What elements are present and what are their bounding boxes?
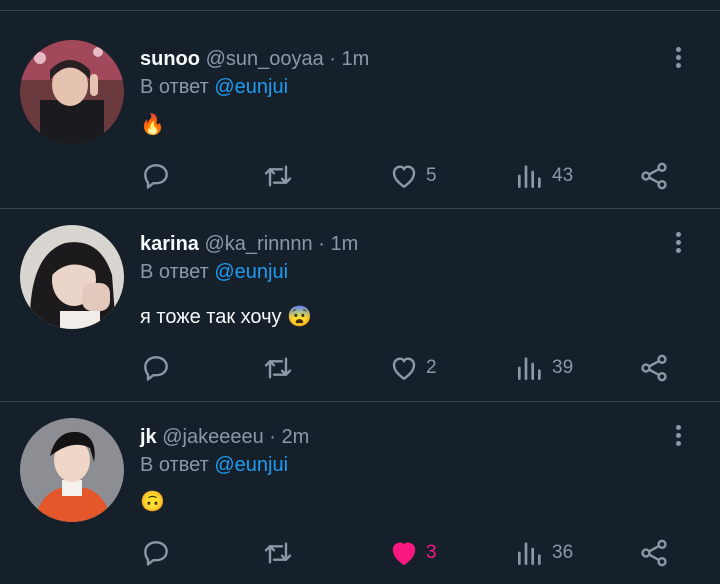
- tweet-text: 🙃: [140, 491, 165, 513]
- action-bar: 2 39: [140, 348, 700, 388]
- reply-context: В ответ @eunjui: [140, 261, 288, 284]
- avatar[interactable]: [20, 418, 124, 522]
- views-button[interactable]: 39: [514, 348, 573, 388]
- heart-filled-icon: [392, 542, 416, 566]
- separator-dot: ·: [329, 48, 336, 70]
- more-vertical-icon[interactable]: [668, 47, 688, 71]
- timestamp[interactable]: 1m: [342, 48, 370, 70]
- more-vertical-icon[interactable]: [668, 425, 688, 449]
- heart-icon: [392, 357, 416, 381]
- reply-prefix: В ответ: [140, 76, 209, 98]
- views-icon: [518, 542, 541, 565]
- tweet-text: я тоже так хочу 😨: [140, 306, 312, 328]
- retweet-button[interactable]: [262, 533, 294, 573]
- reply-mention[interactable]: @eunjui: [214, 261, 288, 283]
- like-count: 3: [426, 542, 437, 563]
- reply-prefix: В ответ: [140, 454, 209, 476]
- action-bar: 3 36: [140, 533, 700, 573]
- reply-button[interactable]: [140, 348, 172, 388]
- like-button[interactable]: 5: [388, 156, 437, 196]
- view-count: 36: [552, 542, 574, 563]
- share-button[interactable]: [638, 533, 670, 573]
- timestamp[interactable]: 2m: [282, 426, 310, 448]
- user-handle[interactable]: @ka_rinnnn: [205, 233, 313, 255]
- timestamp[interactable]: 1m: [330, 233, 358, 255]
- retweet-icon: [264, 357, 292, 379]
- display-name[interactable]: sunoo: [140, 48, 200, 70]
- view-count: 43: [552, 165, 574, 186]
- separator-dot: ·: [318, 233, 325, 255]
- more-vertical-icon[interactable]: [668, 232, 688, 256]
- reply-button[interactable]: [140, 156, 172, 196]
- reply-icon: [144, 164, 168, 189]
- user-handle[interactable]: @sun_ooyaa: [206, 48, 324, 70]
- retweet-button[interactable]: [262, 156, 294, 196]
- reply-mention[interactable]: @eunjui: [214, 76, 288, 98]
- like-count: 5: [426, 165, 437, 186]
- divider: [0, 401, 720, 402]
- avatar[interactable]: [20, 225, 124, 329]
- share-icon: [641, 162, 667, 190]
- reply-button[interactable]: [140, 533, 172, 573]
- top-divider: [0, 10, 720, 11]
- like-count: 2: [426, 357, 437, 378]
- heart-icon: [392, 165, 416, 189]
- like-button[interactable]: 2: [388, 348, 437, 388]
- reply-context: В ответ @eunjui: [140, 454, 288, 477]
- action-bar: 5 43: [140, 156, 700, 196]
- retweet-icon: [264, 542, 292, 564]
- reply-prefix: В ответ: [140, 261, 209, 283]
- display-name[interactable]: jk: [140, 426, 157, 448]
- reply-mention[interactable]: @eunjui: [214, 454, 288, 476]
- display-name[interactable]: karina: [140, 233, 199, 255]
- retweet-icon: [264, 165, 292, 187]
- reply-context: В ответ @eunjui: [140, 76, 288, 99]
- views-button[interactable]: 36: [514, 533, 573, 573]
- share-button[interactable]: [638, 348, 670, 388]
- views-icon: [518, 357, 541, 380]
- like-button[interactable]: 3: [388, 533, 437, 573]
- divider: [0, 208, 720, 209]
- user-handle[interactable]: @jakeeeeu: [162, 426, 263, 448]
- views-button[interactable]: 43: [514, 156, 573, 196]
- share-icon: [641, 539, 667, 567]
- view-count: 39: [552, 357, 574, 378]
- reply-icon: [144, 541, 168, 566]
- share-icon: [641, 354, 667, 382]
- avatar[interactable]: [20, 40, 124, 144]
- reply-icon: [144, 356, 168, 381]
- share-button[interactable]: [638, 156, 670, 196]
- tweet-text: 🔥: [140, 114, 165, 136]
- views-icon: [518, 165, 541, 188]
- retweet-button[interactable]: [262, 348, 294, 388]
- separator-dot: ·: [269, 426, 276, 448]
